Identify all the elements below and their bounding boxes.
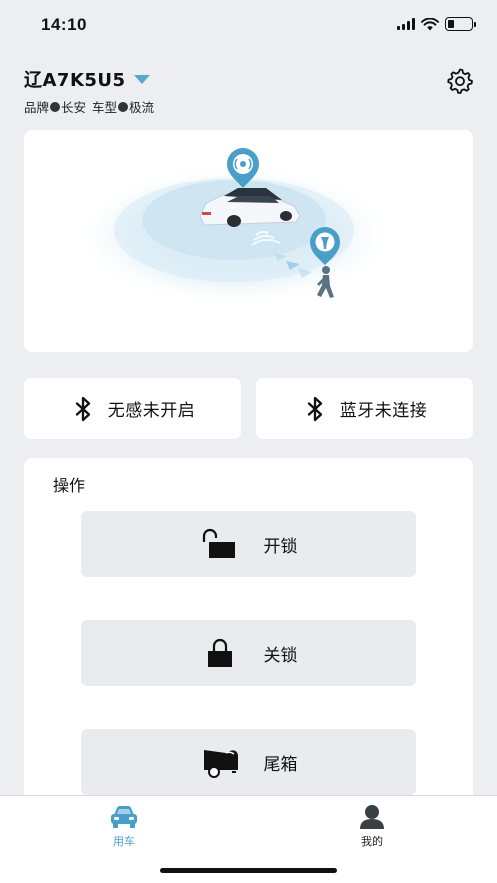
- status-time: 14:10: [41, 15, 87, 34]
- model-label: 车型: [92, 100, 118, 115]
- separator-dot: [50, 101, 61, 112]
- plate-number[interactable]: 辽A7K5U5: [24, 66, 126, 92]
- vehicle-header: 辽A7K5U5 品牌 长安 车型 极流: [24, 66, 474, 116]
- home-indicator[interactable]: [160, 868, 337, 873]
- separator-dot: [118, 101, 129, 112]
- tab-use-car-label: 用车: [113, 835, 135, 848]
- brand-label: 品牌: [24, 100, 50, 115]
- unlock-button[interactable]: 开锁: [81, 511, 416, 577]
- car-icon: [111, 806, 137, 828]
- trunk-button[interactable]: 尾箱: [81, 729, 416, 795]
- vehicle-dropdown-icon[interactable]: [133, 74, 150, 84]
- sensorless-unlock-card[interactable]: 无感未开启: [24, 378, 241, 439]
- model-value: 极流: [129, 100, 155, 115]
- trunk-label: 尾箱: [263, 754, 298, 775]
- unlock-label: 开锁: [263, 536, 298, 557]
- sensorless-status-label: 无感未开启: [107, 401, 196, 421]
- lock-icon: [207, 638, 232, 667]
- plate-row[interactable]: 辽A7K5U5: [24, 66, 474, 92]
- battery-level: [448, 20, 454, 28]
- signal-icon: [397, 18, 415, 30]
- tab-mine[interactable]: 我的: [332, 804, 412, 849]
- bluetooth-status-label: 蓝牙未连接: [339, 401, 428, 421]
- vehicle-info: 品牌 长安 车型 极流: [24, 97, 474, 116]
- operations-card: 操作 开锁 关锁 尾箱: [24, 458, 473, 818]
- user-icon: [360, 805, 384, 829]
- operations-title: 操作: [53, 476, 86, 495]
- lock-label: 关锁: [263, 645, 298, 666]
- tab-mine-label: 我的: [361, 835, 383, 848]
- brand-value: 长安: [61, 100, 87, 115]
- status-bar: 14:10: [0, 0, 497, 50]
- gear-icon[interactable]: [446, 67, 474, 95]
- trunk-icon: [203, 750, 238, 778]
- unlock-icon: [202, 528, 235, 558]
- bluetooth-connect-card[interactable]: 蓝牙未连接: [256, 378, 473, 439]
- battery-icon: [445, 17, 476, 31]
- vehicle-illustration-card: [24, 130, 473, 352]
- vehicle-proximity-illustration: [74, 148, 394, 307]
- status-icons: [397, 17, 476, 31]
- bluetooth-icon: [307, 396, 322, 421]
- wifi-icon: [421, 17, 439, 30]
- bluetooth-icon: [75, 396, 90, 421]
- lock-button[interactable]: 关锁: [81, 620, 416, 686]
- tab-use-car[interactable]: 用车: [84, 804, 164, 849]
